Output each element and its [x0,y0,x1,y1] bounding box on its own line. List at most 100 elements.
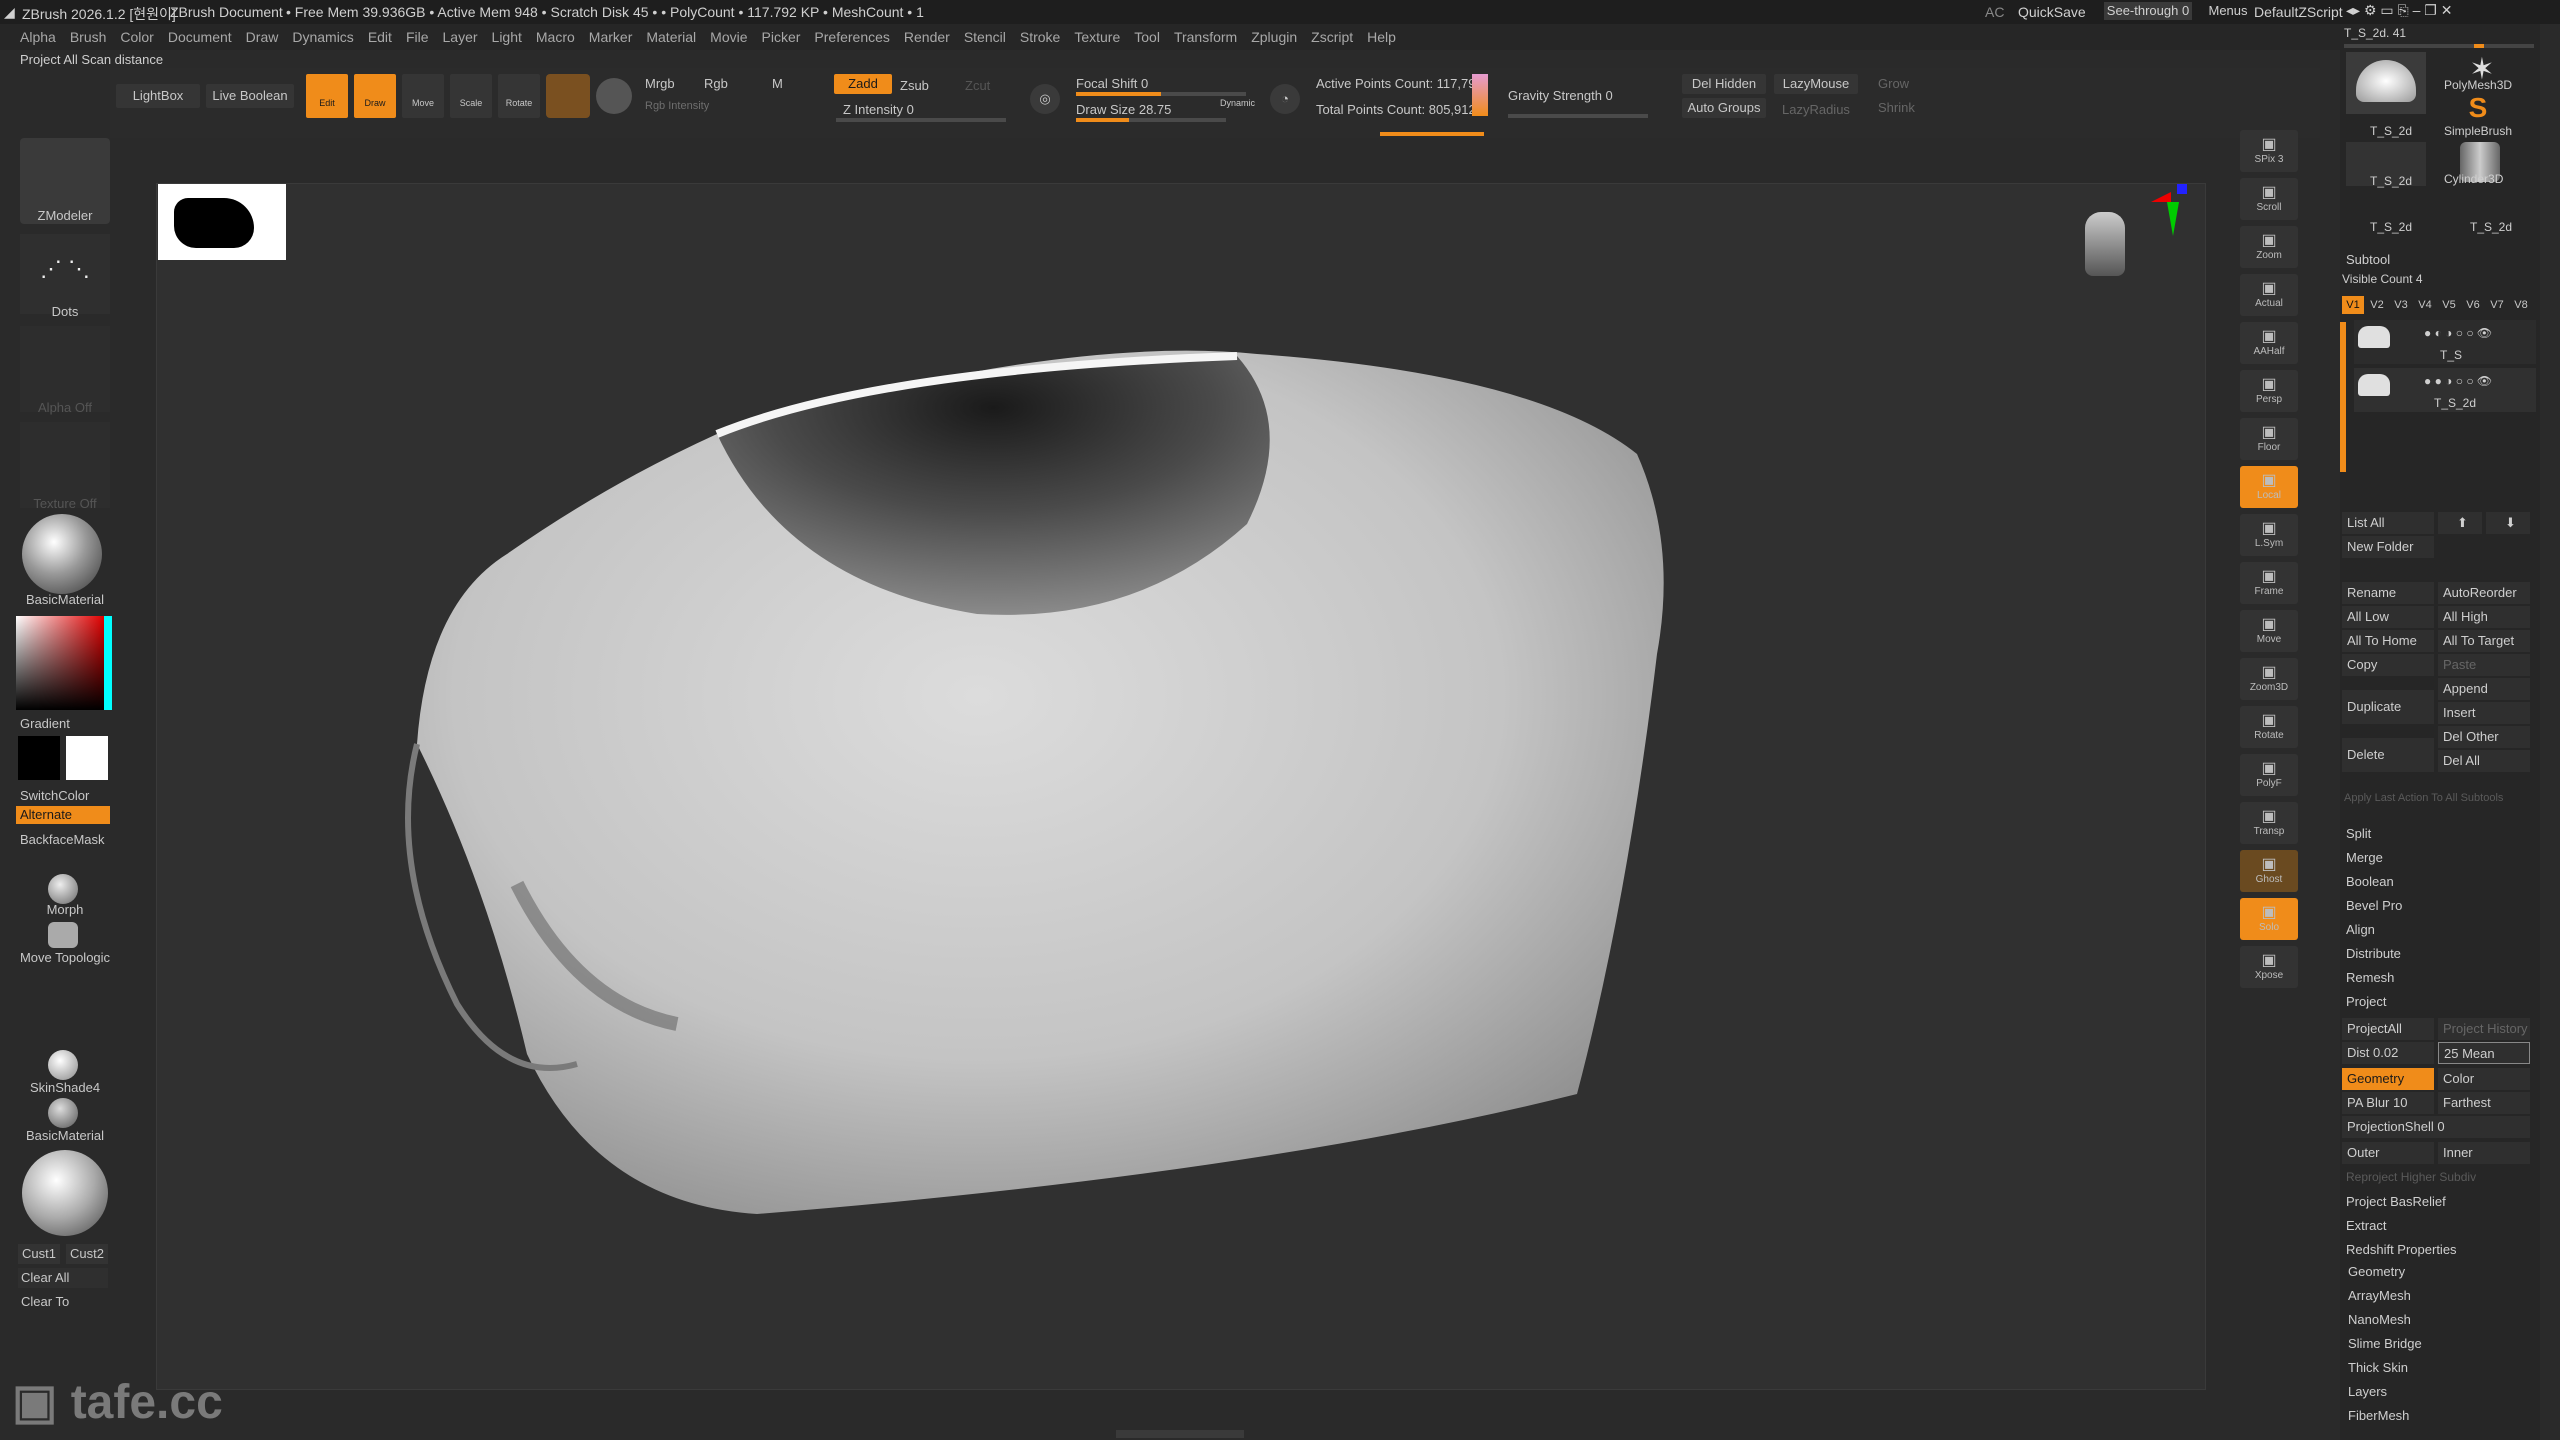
tool-thumb-tshirt[interactable] [2346,52,2426,114]
skinshade-icon[interactable] [48,1050,78,1080]
focal-shift-slider[interactable]: Focal Shift 0 [1076,76,1148,91]
menu-stroke[interactable]: Stroke [1020,24,1060,45]
menu-render[interactable]: Render [904,24,950,45]
orientation-head-icon[interactable] [2085,212,2125,276]
boolean-menu[interactable]: Boolean [2346,874,2394,889]
version-tab-v2[interactable]: V2 [2366,296,2388,314]
projectall-button[interactable]: ProjectAll [2342,1018,2434,1040]
bevel-pro-menu[interactable]: Bevel Pro [2346,898,2402,913]
del-other-button[interactable]: Del Other [2438,726,2530,748]
geometry-toggle[interactable]: Geometry [2342,1068,2434,1090]
menu-edit[interactable]: Edit [368,24,392,45]
menu-macro[interactable]: Macro [536,24,575,45]
palette-thick-skin[interactable]: Thick Skin [2348,1360,2408,1375]
draw-button[interactable]: Draw [354,74,396,118]
dynamic-size-icon[interactable]: ◔ [1270,84,1300,114]
mean-slider[interactable]: 25 Mean [2438,1042,2530,1064]
move-button[interactable]: Move [402,74,444,118]
merge-menu[interactable]: Merge [2346,850,2383,865]
menu-movie[interactable]: Movie [710,24,747,45]
subtool-toggles-icon[interactable]: ● ● ◑ ○ ○ 👁 [2424,374,2492,388]
version-tab-v3[interactable]: V3 [2390,296,2412,314]
mrgb-button[interactable]: Mrgb [645,76,675,91]
alternate-button[interactable]: Alternate [16,806,110,824]
rename-button[interactable]: Rename [2342,582,2434,604]
version-tab-v7[interactable]: V7 [2486,296,2508,314]
subtool-toggles-icon[interactable]: ● ◐ ◑ ○ ○ 👁 [2424,326,2492,340]
scale-button[interactable]: Scale [450,74,492,118]
rotate-button[interactable]: Rotate [498,74,540,118]
subtool-title[interactable]: Subtool [2346,252,2390,267]
paste-button[interactable]: Paste [2438,654,2530,676]
z-intensity-slider[interactable]: Z Intensity 0 [843,102,914,117]
del-all-button[interactable]: Del All [2438,750,2530,772]
dock-frame[interactable]: ▣ Frame [2240,562,2298,604]
color-picker[interactable] [16,616,112,710]
dock-actual[interactable]: ▣ Actual [2240,274,2298,316]
dock-zoom3d[interactable]: ▣ Zoom3D [2240,658,2298,700]
version-tab-v1[interactable]: V1 [2342,296,2364,314]
dock-move[interactable]: ▣ Move [2240,610,2298,652]
switchcolor-button[interactable]: SwitchColor [0,788,130,803]
backfacemask-button[interactable]: BackfaceMask [0,832,130,847]
clear-all-button[interactable]: Clear All [18,1268,108,1288]
move-topologic-icon[interactable] [48,922,78,948]
redshift-menu[interactable]: Redshift Properties [2346,1242,2457,1257]
z-intensity-track[interactable] [836,118,1006,122]
pa-blur-slider[interactable]: PA Blur 10 [2342,1092,2434,1114]
subtool-item-1[interactable]: T_S ● ◐ ◑ ○ ○ 👁 [2354,320,2536,364]
simplebrush-icon[interactable]: S [2458,92,2498,123]
menu-zplugin[interactable]: Zplugin [1251,24,1297,45]
version-tab-v8[interactable]: V8 [2510,296,2532,314]
see-through-slider[interactable]: See-through 0 [2104,2,2192,20]
extract-menu[interactable]: Extract [2346,1218,2386,1233]
secondary-color-swatch[interactable] [18,736,60,780]
dock-spix-3[interactable]: ▣ SPix 3 [2240,130,2298,172]
palette-slime-bridge[interactable]: Slime Bridge [2348,1336,2422,1351]
zcut-button[interactable]: Zcut [965,78,990,93]
subtool-item-2[interactable]: T_S_2d ● ● ◑ ○ ○ 👁 [2354,368,2536,412]
palette-nanomesh[interactable]: NanoMesh [2348,1312,2411,1327]
clear-to-button[interactable]: Clear To [18,1292,108,1312]
lazyradius-slider[interactable]: LazyRadius [1782,102,1850,117]
palette-arraymesh[interactable]: ArrayMesh [2348,1288,2411,1303]
remesh-menu[interactable]: Remesh [2346,970,2394,985]
focal-icon[interactable]: ◎ [1030,84,1060,114]
menu-help[interactable]: Help [1367,24,1396,45]
morph-sphere-icon[interactable] [48,874,78,904]
dock-polyf[interactable]: ▣ PolyF [2240,754,2298,796]
rgb-button[interactable]: Rgb [704,76,728,91]
split-menu[interactable]: Split [2346,826,2371,841]
dock-xpose[interactable]: ▣ Xpose [2240,946,2298,988]
new-folder-button[interactable]: New Folder [2342,536,2434,558]
bas-relief-button[interactable]: Project BasRelief [2346,1194,2446,1209]
visible-count[interactable]: Visible Count 4 [2342,272,2423,286]
subtool-scrollbar[interactable] [2340,322,2346,472]
material-sphere-icon[interactable] [22,514,102,594]
menu-color[interactable]: Color [120,24,153,45]
lazymouse-button[interactable]: LazyMouse [1774,74,1858,94]
delete-button[interactable]: Delete [2342,738,2434,772]
shrink-button[interactable]: Shrink [1878,100,1915,115]
apply-last-action-toggle[interactable]: Apply Last Action To All Subtools [2344,792,2503,804]
default-zscript[interactable]: DefaultZScript [2254,4,2343,20]
lightbox-button[interactable]: LightBox [116,84,200,108]
dock-transp[interactable]: ▣ Transp [2240,802,2298,844]
menu-tool[interactable]: Tool [1134,24,1160,45]
draw-size-slider[interactable]: Draw Size 28.75 [1076,102,1171,117]
dock-zoom[interactable]: ▣ Zoom [2240,226,2298,268]
color-swatch-icon[interactable] [1472,74,1488,116]
bottom-tray-handle[interactable] [1116,1430,1244,1438]
quicksave-button[interactable]: QuickSave [2018,4,2086,20]
menu-layer[interactable]: Layer [443,24,478,45]
menu-file[interactable]: File [406,24,429,45]
menu-texture[interactable]: Texture [1074,24,1120,45]
live-boolean-button[interactable]: Live Boolean [206,84,294,108]
arrow-up-icon[interactable]: ⬆ [2438,512,2482,534]
menu-transform[interactable]: Transform [1174,24,1237,45]
menu-document[interactable]: Document [168,24,232,45]
color-toggle[interactable]: Color [2438,1068,2530,1090]
m-button[interactable]: M [772,76,783,91]
dots-stroke-icon[interactable]: ⋰ ⋱ [20,234,110,314]
auto-groups-button[interactable]: Auto Groups [1682,98,1766,118]
